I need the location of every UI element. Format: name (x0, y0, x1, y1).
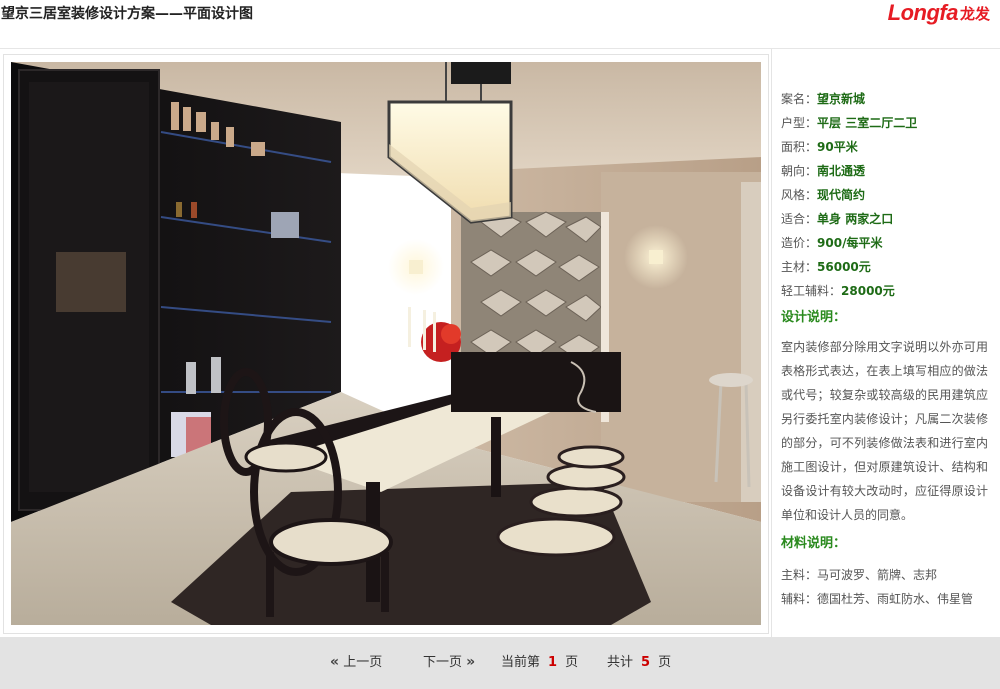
materials-list: 主料：马可波罗、箭牌、志邦 辅料：德国杜芳、雨虹防水、伟星管 (781, 563, 991, 611)
total-pages-indicator: 共计 5 页 (607, 651, 671, 670)
next-page-link[interactable]: 下一页 » (423, 651, 475, 670)
spec-label: 主材： (781, 260, 818, 274)
design-notes-title: 设计说明： (781, 310, 847, 325)
total-pages-prefix: 共计 (607, 655, 634, 670)
longfa-logo[interactable]: Longfa 龙发 (888, 0, 990, 28)
design-notes-text: 室内装修部分除用文字说明以外亦可用表格形式表达，在表上填写相应的做法或代号；较复… (781, 340, 988, 522)
next-page-label: 下一页 (423, 655, 463, 670)
spec-label: 造价： (781, 236, 818, 250)
page-title: 望京三居室装修设计方案——平面设计图 (1, 6, 253, 22)
prev-page-label: 上一页 (343, 655, 383, 670)
spec-cost: 造价：900/每平米 (781, 231, 991, 255)
spec-main-material: 主材：56000元 (781, 255, 991, 279)
page-header: 望京三居室装修设计方案——平面设计图 Longfa 龙发 (0, 0, 1000, 48)
current-page-suffix: 页 (565, 655, 579, 670)
spec-area: 面积：90平米 (781, 135, 991, 159)
spec-value: 望京新城 (817, 92, 866, 106)
dining-room-render-image (11, 62, 761, 625)
spec-value: 28000元 (841, 284, 895, 298)
spec-suitable: 适合：单身 两家之口 (781, 207, 991, 231)
spec-label: 朝向： (781, 164, 818, 178)
spec-value: 南北通透 (817, 164, 866, 178)
spec-name: 案名：望京新城 (781, 87, 991, 111)
total-pages-number: 5 (641, 655, 651, 670)
spec-label: 案名： (781, 92, 818, 106)
materials-title: 材料说明： (781, 536, 847, 551)
logo-chinese: 龙发 (959, 4, 990, 23)
spec-orientation: 朝向：南北通透 (781, 159, 991, 183)
spec-value: 平层 三室二厅二卫 (817, 116, 918, 130)
spec-label: 适合： (781, 212, 818, 226)
pagination-bar: « 上一页 下一页 » 当前第 1 页 共计 5 页 (0, 637, 1000, 689)
double-chevron-left-icon: « (330, 654, 340, 670)
spec-value: 90平米 (817, 140, 858, 154)
total-pages-suffix: 页 (658, 655, 672, 670)
spec-value: 单身 两家之口 (817, 212, 894, 226)
main-materials: 主料：马可波罗、箭牌、志邦 (781, 568, 938, 582)
spec-label: 轻工辅料： (781, 284, 842, 298)
spec-value: 56000元 (817, 260, 871, 274)
double-chevron-right-icon: » (466, 654, 476, 670)
current-page-number: 1 (548, 655, 558, 670)
auxiliary-materials: 辅料：德国杜芳、雨虹防水、伟星管 (781, 592, 974, 606)
spec-label: 户型： (781, 116, 818, 130)
spec-layout: 户型：平层 三室二厅二卫 (781, 111, 991, 135)
spec-style: 风格：现代简约 (781, 183, 991, 207)
logo-wordmark: Longfa (887, 0, 959, 25)
photo-frame (3, 54, 769, 634)
current-page-indicator: 当前第 1 页 (501, 651, 578, 670)
prev-page-link[interactable]: « 上一页 (330, 651, 382, 670)
spec-auxiliary-material: 轻工辅料：28000元 (781, 279, 991, 303)
spec-label: 面积： (781, 140, 818, 154)
spec-value: 900/每平米 (817, 236, 883, 250)
spec-label: 风格： (781, 188, 818, 202)
current-page-prefix: 当前第 (501, 655, 541, 670)
project-info-panel: 案名：望京新城 户型：平层 三室二厅二卫 面积：90平米 朝向：南北通透 风格：… (781, 87, 991, 611)
column-divider (771, 49, 772, 637)
spec-value: 现代简约 (817, 188, 866, 202)
content-area: 案名：望京新城 户型：平层 三室二厅二卫 面积：90平米 朝向：南北通透 风格：… (0, 49, 1000, 637)
